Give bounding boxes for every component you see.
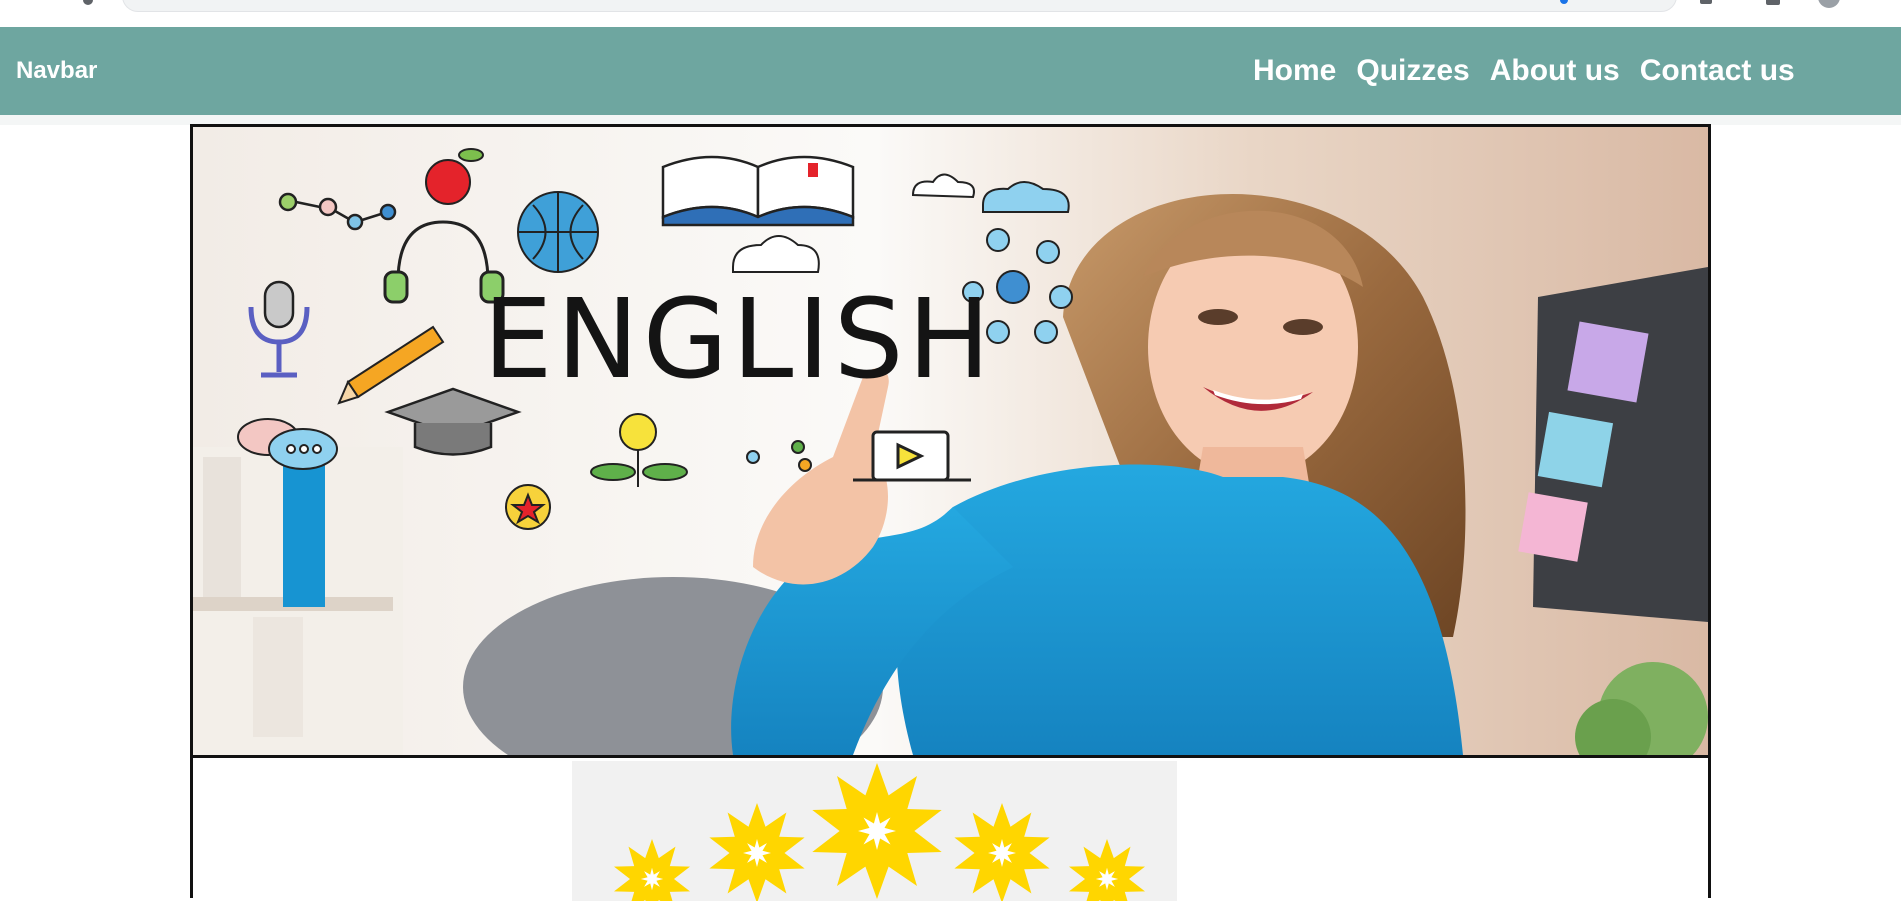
tab-strip-icon[interactable] (1766, 0, 1780, 5)
nav-link-quizzes[interactable]: Quizzes (1356, 54, 1469, 88)
hero-image: ENGLISH (190, 124, 1711, 758)
chrome-avatar-icon[interactable] (1818, 0, 1840, 8)
book-icon (661, 155, 855, 227)
nav-link-contact-us[interactable]: Contact us (1640, 54, 1795, 88)
reload-icon[interactable] (83, 0, 93, 5)
navbar-brand[interactable]: Navbar (16, 27, 97, 115)
download-icon[interactable] (1700, 0, 1712, 4)
address-bar[interactable] (122, 0, 1677, 12)
hero-word: ENGLISH (483, 275, 994, 403)
blue-binder (283, 457, 325, 607)
star-sparkle (1095, 867, 1119, 891)
award-badge-icon (505, 484, 551, 530)
browser-chrome (0, 0, 1901, 27)
star-rating-graphic (614, 763, 1145, 901)
globe-icon (517, 191, 599, 273)
nav-links: Home Quizzes About us Contact us (1253, 27, 1795, 115)
nav-link-home[interactable]: Home (1253, 54, 1336, 88)
nav-link-about-us[interactable]: About us (1490, 54, 1620, 88)
star-sparkle (988, 839, 1016, 867)
hero-illustration: ENGLISH (193, 127, 1708, 755)
star-sparkle (858, 812, 896, 850)
stars-panel (572, 761, 1177, 901)
star-sparkle (743, 839, 771, 867)
navbar: Navbar Home Quizzes About us Contact us (0, 27, 1901, 115)
star-sparkle (640, 867, 664, 891)
